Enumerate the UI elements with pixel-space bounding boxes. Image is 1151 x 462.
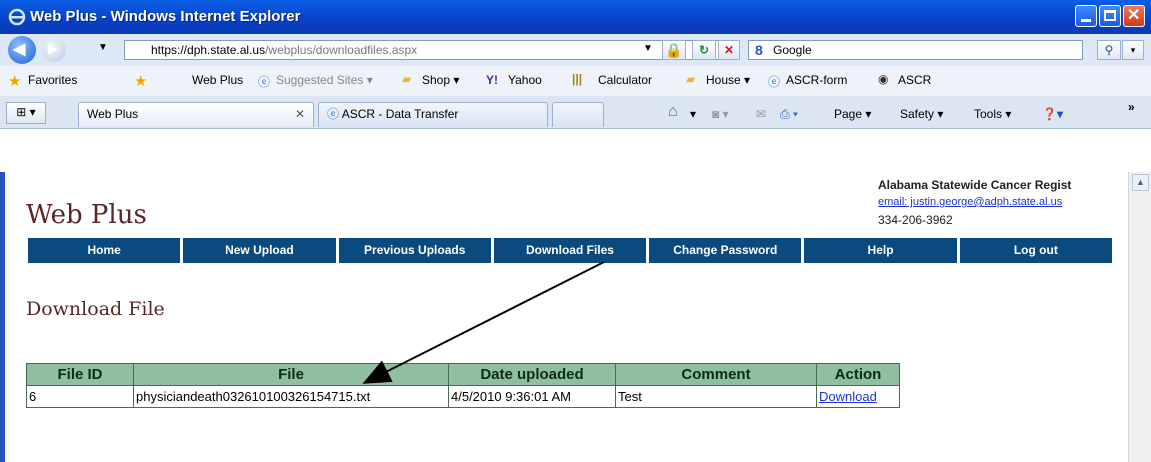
back-button[interactable]: ◀ [8,36,36,64]
files-table: File ID File Date uploaded Comment Actio… [26,363,900,408]
search-icon[interactable]: ⚲ [1097,40,1121,60]
yahoo-icon: Y! [486,73,498,87]
menu-log-out[interactable]: Log out [959,238,1112,263]
cell-action: Download [816,385,900,408]
maximize-button[interactable] [1099,5,1121,27]
ie-page-icon: ⓔ [258,75,271,89]
ascr-site-icon: ◉ [878,72,889,86]
fav-yahoo[interactable]: Yahoo [508,73,542,87]
page-menu[interactable]: Page ▾ [834,107,871,121]
tab-ascr-data-transfer[interactable]: ⓔ ASCR - Data Transfer [318,102,548,127]
print-icon[interactable]: ⎙ ▾ [780,107,798,122]
col-comment: Comment [615,363,817,386]
cell-file: physiciandeath032610100326154715.txt [133,385,449,408]
fav-web-plus[interactable]: Web Plus [192,73,243,87]
search-options-icon[interactable]: ▾ [1122,40,1144,60]
fav-ascr-form[interactable]: ASCR-form [786,73,847,87]
help-icon[interactable]: ❓▾ [1042,107,1063,121]
site-brand: Web Plus [26,200,147,230]
window-title-bar: Web Plus - Windows Internet Explorer ✕ [0,0,1151,34]
favorites-button[interactable]: Favorites [28,73,77,87]
mail-icon[interactable]: ✉ [756,107,766,121]
menu-help[interactable]: Help [804,238,960,263]
back-arrow-icon: ◀ [13,41,26,58]
favorites-bar: ★ Favorites ★ Web Plus ⓔ Suggested Sites… [0,66,1151,97]
table-header-row: File ID File Date uploaded Comment Actio… [26,363,900,386]
scroll-up-icon[interactable]: ▲ [1132,174,1149,191]
tools-menu[interactable]: Tools ▾ [974,107,1011,121]
menu-previous-uploads[interactable]: Previous Uploads [338,238,494,263]
window-title: Web Plus - Windows Internet Explorer [30,8,301,25]
search-input[interactable]: 8 Google [748,40,1083,60]
download-link[interactable]: Download [819,389,877,404]
ie-page-icon: ⓔ [768,75,781,89]
new-tab-button[interactable] [552,102,604,127]
vertical-scrollbar[interactable]: ▲ [1128,172,1151,462]
folder-icon: ▰ [686,72,696,86]
favorites-star-icon: ★ [8,73,22,90]
add-favorite-icon[interactable]: ★ [134,72,147,90]
org-name: Alabama Statewide Cancer Regist [878,178,1072,192]
quick-tabs-icon[interactable]: ⊞ ▾ [6,102,46,124]
safety-menu[interactable]: Safety ▾ [900,107,943,121]
calculator-icon: ||| [572,72,583,86]
google-logo-icon: 8 [755,42,763,58]
page-subtitle: Download File [26,298,165,320]
close-tab-icon[interactable]: ✕ [295,103,305,126]
col-file: File [133,363,449,386]
col-file-id: File ID [26,363,134,386]
table-row: 6 physiciandeath032610100326154715.txt 4… [26,385,900,408]
close-button[interactable]: ✕ [1123,5,1145,27]
chevron-more-icon[interactable]: » [1128,100,1135,114]
forward-arrow-icon: ▶ [48,41,58,56]
tab-bar: ⊞ ▾ Web Plus ✕ ⓔ ASCR - Data Transfer ⌂ … [0,96,1151,129]
fav-ascr[interactable]: ASCR [898,73,931,87]
col-action: Action [816,363,900,386]
menu-change-password[interactable]: Change Password [649,238,805,263]
page-content [5,172,1126,462]
fav-shop[interactable]: Shop ▾ [422,73,459,87]
minimize-button[interactable] [1075,5,1097,27]
address-toolbar: ◀ ▶ ▼ https://dph.state.al.us/webplus/do… [0,34,1151,67]
main-menu: Home New Upload Previous Uploads Downloa… [28,238,1112,263]
menu-new-upload[interactable]: New Upload [183,238,339,263]
folder-icon: ▰ [402,72,412,86]
fav-house[interactable]: House ▾ [706,73,750,87]
tab-web-plus[interactable]: Web Plus ✕ [78,102,314,127]
col-date-uploaded: Date uploaded [448,363,616,386]
tab-label: Web Plus [87,107,139,121]
fav-suggested-sites[interactable]: Suggested Sites ▾ [276,73,373,87]
ie-logo-icon [8,8,26,26]
fav-calculator[interactable]: Calculator [598,73,652,87]
url-host: dph.state.al.us [187,43,266,57]
refresh-icon[interactable]: ↻ [692,40,716,60]
tab-label: ASCR - Data Transfer [341,107,459,121]
ie-page-icon: ⓔ [327,107,340,121]
home-dropdown-icon[interactable]: ▾ [690,107,696,121]
url-path: /webplus/downloadfiles.aspx [265,43,418,57]
cell-file-id: 6 [26,385,134,408]
menu-home[interactable]: Home [28,238,184,263]
stop-icon[interactable]: ✕ [718,40,740,60]
feeds-icon[interactable]: ◙ ▾ [712,107,729,121]
history-dropdown-icon[interactable]: ▼ [98,42,108,53]
https-scheme: https:// [151,43,188,57]
lock-icon[interactable]: 🔒 [662,40,686,60]
menu-download-files[interactable]: Download Files [493,238,650,263]
forward-button[interactable]: ▶ [42,38,66,62]
contact-email-link[interactable]: email: justin.george@adph.state.al.us [878,196,1062,208]
home-icon[interactable]: ⌂ [668,103,678,121]
address-dropdown-icon[interactable]: ▼ [640,40,656,60]
cell-date: 4/5/2010 9:36:01 AM [448,385,616,408]
search-provider-label: Google [773,43,812,57]
contact-phone: 334-206-3962 [878,213,953,227]
cell-comment: Test [615,385,817,408]
